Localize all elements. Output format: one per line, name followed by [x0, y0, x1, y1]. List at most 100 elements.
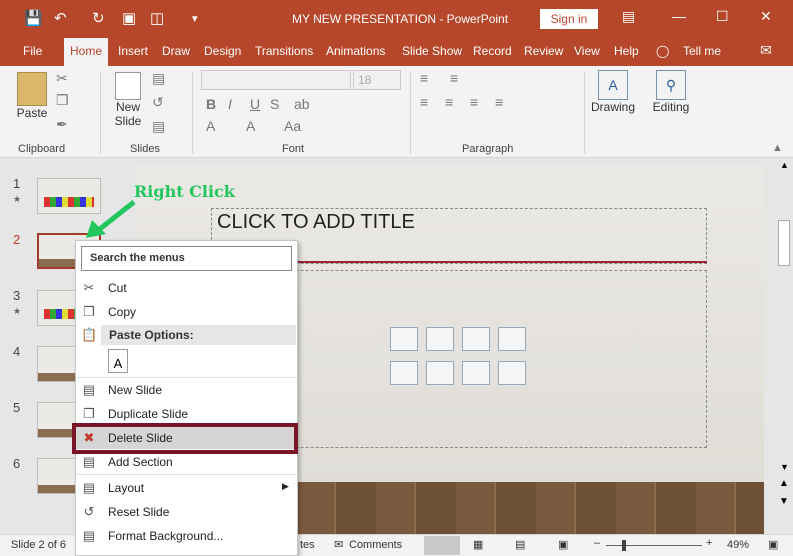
notes-button[interactable]: tes [300, 539, 315, 551]
font-name-combo[interactable] [201, 70, 351, 90]
font-size-combo[interactable]: 18 [353, 70, 401, 90]
reset-icon[interactable]: ↺ [152, 94, 164, 111]
zoom-slider-thumb[interactable] [622, 540, 626, 551]
menu-item-layout[interactable]: ▤ Layout ▶ [76, 477, 297, 499]
comments-status-icon[interactable]: ✉ [334, 538, 343, 551]
menu-item-new-slide[interactable]: ▤ New Slide [76, 379, 297, 401]
editing-button[interactable]: ⚲ Editing [648, 70, 694, 114]
find-icon: ⚲ [656, 70, 686, 100]
insert-3d-model-icon[interactable] [498, 327, 526, 351]
slide-show-icon[interactable]: ▣ [558, 538, 568, 551]
align-center-icon[interactable]: ≡ [445, 94, 453, 110]
save-icon[interactable]: 💾 [24, 9, 43, 27]
search-menus-input[interactable]: Search the menus [81, 246, 292, 271]
layout-icon: ▤ [82, 480, 96, 495]
undo-icon[interactable]: ↶ [54, 9, 67, 27]
menu-item-add-section[interactable]: ▤ Add Section [76, 451, 297, 473]
zoom-out-icon[interactable]: – [594, 537, 600, 549]
zoom-slider[interactable] [606, 545, 702, 546]
next-slide-icon[interactable]: ▼ [779, 496, 789, 507]
layout-icon[interactable]: ◫ [150, 9, 164, 27]
tab-view[interactable]: View [574, 44, 600, 58]
scroll-up-icon[interactable]: ▲ [780, 160, 789, 170]
change-case-icon[interactable]: Aa [284, 118, 301, 134]
underline-icon[interactable]: U [250, 96, 260, 112]
sign-in-button[interactable]: Sign in [540, 9, 598, 29]
redo-icon[interactable]: ↻ [92, 9, 105, 27]
bullets-icon[interactable]: ≡ [420, 70, 428, 86]
menu-item-cut[interactable]: ✂ Cut [76, 277, 297, 299]
insert-online-picture-icon[interactable] [426, 361, 454, 385]
scroll-down-icon[interactable]: ▼ [780, 462, 789, 472]
tab-design[interactable]: Design [204, 44, 241, 58]
format-painter-icon[interactable]: ✒ [56, 116, 68, 133]
zoom-in-icon[interactable]: + [706, 537, 712, 549]
zoom-level[interactable]: 49% [727, 539, 749, 551]
maximize-icon[interactable]: ☐ [716, 8, 729, 25]
comments-icon[interactable]: ✉ [760, 42, 772, 59]
menu-item-format-background[interactable]: ▤ Format Background... [76, 525, 297, 547]
justify-icon[interactable]: ≡ [495, 94, 503, 110]
tab-home[interactable]: Home [64, 38, 109, 66]
italic-icon[interactable]: I [228, 96, 232, 112]
paste-label: Paste [16, 106, 48, 120]
menu-item-duplicate-slide[interactable]: ❐ Duplicate Slide [76, 403, 297, 425]
menu-item-copy[interactable]: ❐ Copy [76, 301, 297, 323]
tab-help[interactable]: Help [614, 44, 639, 58]
normal-view-icon[interactable] [424, 536, 460, 555]
copy-icon[interactable]: ❐ [56, 92, 69, 109]
ribbon: Paste ✂ ❐ ✒ Clipboard New Slide ▤ ↺ ▤ Sl… [0, 66, 793, 158]
insert-picture-icon[interactable] [390, 361, 418, 385]
font-color-icon[interactable]: A [206, 118, 215, 134]
insert-chart-icon[interactable] [426, 327, 454, 351]
paste-button[interactable]: Paste [14, 72, 50, 120]
close-icon[interactable]: ✕ [760, 8, 772, 25]
insert-table-icon[interactable] [390, 327, 418, 351]
tab-file[interactable]: File [23, 44, 42, 58]
scrollbar-thumb[interactable] [778, 220, 790, 266]
bold-icon[interactable]: B [206, 96, 216, 112]
divider [100, 72, 101, 154]
new-slide-icon: ▤ [82, 382, 96, 397]
tell-me-search[interactable]: Tell me [683, 44, 721, 58]
tab-animations[interactable]: Animations [326, 44, 385, 58]
vertical-scrollbar[interactable]: ▲ ▼ ▲ ▼ [776, 158, 793, 534]
shadow-icon[interactable]: ab [294, 96, 310, 112]
grow-font-icon[interactable]: A [246, 118, 255, 134]
numbering-icon[interactable]: ≡ [450, 70, 458, 86]
tab-record[interactable]: Record [473, 44, 512, 58]
align-right-icon[interactable]: ≡ [470, 94, 478, 110]
menu-separator [76, 377, 297, 378]
slide-sorter-icon[interactable]: ▦ [473, 538, 483, 551]
fit-slide-icon[interactable]: ▣ [768, 538, 778, 551]
reading-view-icon[interactable]: ▤ [515, 538, 525, 551]
tab-slide-show[interactable]: Slide Show [402, 44, 462, 58]
insert-video-icon[interactable] [462, 361, 490, 385]
customize-icon[interactable]: ▾ [192, 12, 198, 25]
tab-draw[interactable]: Draw [162, 44, 190, 58]
layout-icon[interactable]: ▤ [152, 70, 165, 87]
add-section-icon: ▤ [82, 454, 96, 469]
cut-icon: ✂ [83, 280, 95, 295]
tab-transitions[interactable]: Transitions [255, 44, 313, 58]
drawing-button[interactable]: A Drawing [590, 70, 636, 114]
minimize-icon[interactable]: — [672, 8, 686, 24]
present-icon[interactable]: ▣ [122, 9, 136, 27]
tab-review[interactable]: Review [524, 44, 563, 58]
insert-icons-icon[interactable] [498, 361, 526, 385]
cut-icon[interactable]: ✂ [56, 70, 68, 87]
section-icon[interactable]: ▤ [152, 118, 165, 135]
menu-item-reset-slide[interactable]: ↺ Reset Slide [76, 501, 297, 523]
collapse-ribbon-icon[interactable]: ▲ [772, 142, 783, 154]
new-slide-button[interactable]: New Slide [106, 72, 150, 128]
previous-slide-icon[interactable]: ▲ [779, 478, 789, 489]
ribbon-display-icon[interactable]: ▤ [622, 8, 635, 25]
insert-smartart-icon[interactable] [462, 327, 490, 351]
menu-separator [76, 474, 297, 475]
strikethrough-icon[interactable]: S [270, 96, 279, 112]
align-left-icon[interactable]: ≡ [420, 94, 428, 110]
tab-insert[interactable]: Insert [118, 44, 148, 58]
menu-item-label: Copy [108, 305, 137, 319]
keep-text-only-icon[interactable]: A [108, 349, 128, 373]
comments-button[interactable]: Comments [349, 539, 402, 551]
